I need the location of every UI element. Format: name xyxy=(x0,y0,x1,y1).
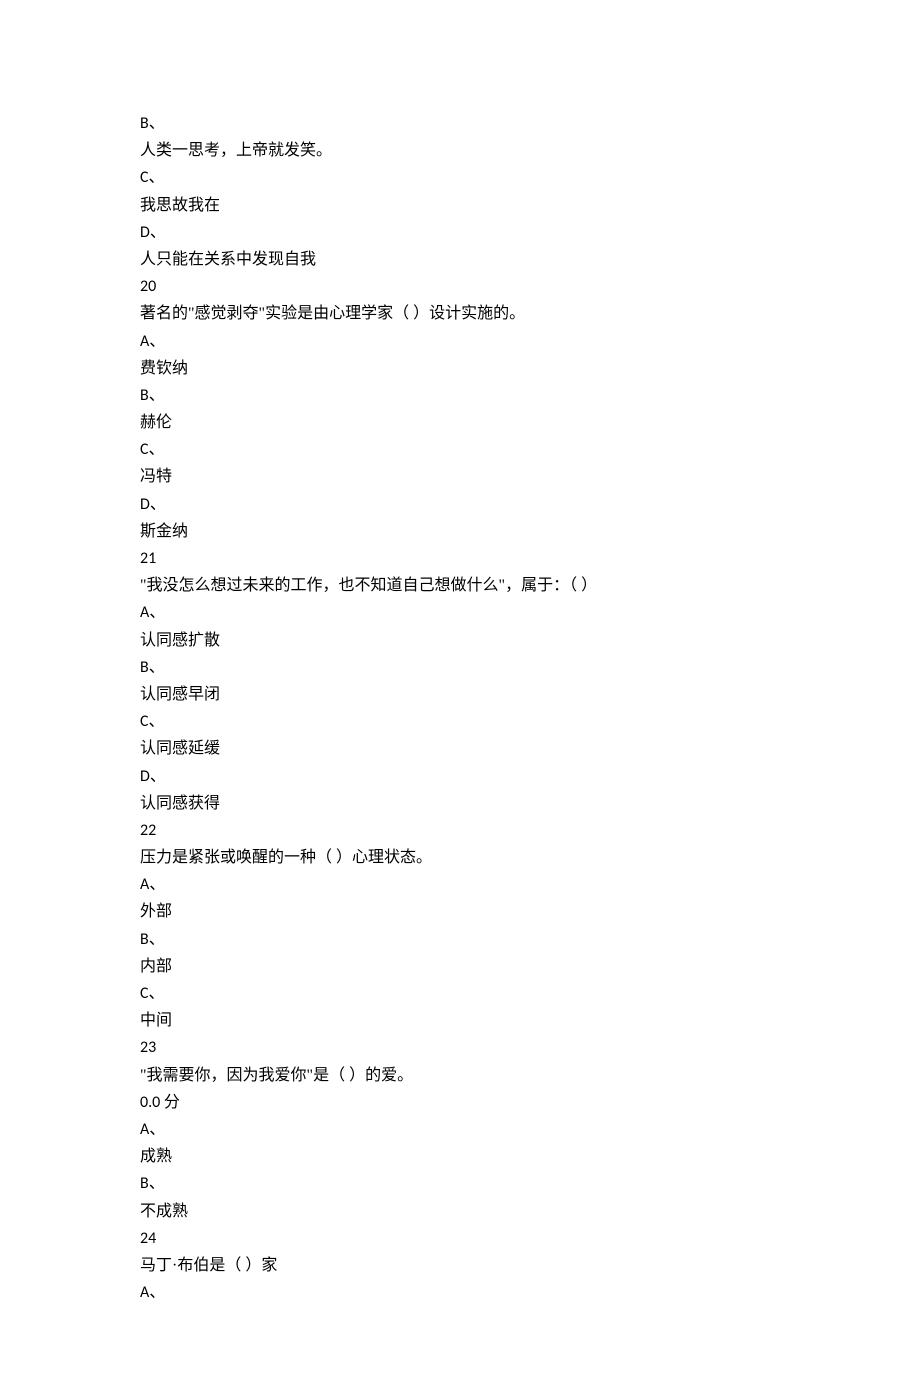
text-line: 认同感获得 xyxy=(140,790,780,817)
text-line: 压力是紧张或唤醒的一种（ ）心理状态。 xyxy=(140,844,780,871)
text-line: 成熟 xyxy=(140,1143,780,1170)
text-line: 认同感早闭 xyxy=(140,681,780,708)
text-line: C、 xyxy=(140,708,780,735)
text-line: 人只能在关系中发现自我 xyxy=(140,246,780,273)
text-line: A、 xyxy=(140,599,780,626)
text-line: C、 xyxy=(140,164,780,191)
text-line: 马丁·布伯是（ ）家 xyxy=(140,1252,780,1279)
text-line: 23 xyxy=(140,1034,780,1061)
text-line: A、 xyxy=(140,871,780,898)
text-line: 认同感扩散 xyxy=(140,627,780,654)
text-line: 人类一思考，上帝就发笑。 xyxy=(140,137,780,164)
document-page: B、人类一思考，上帝就发笑。C、我思故我在D、人只能在关系中发现自我20著名的"… xyxy=(0,0,920,1386)
text-line: A、 xyxy=(140,1116,780,1143)
text-line: A、 xyxy=(140,328,780,355)
text-line: D、 xyxy=(140,763,780,790)
text-line: 著名的"感觉剥夺"实验是由心理学家（ ）设计实施的。 xyxy=(140,300,780,327)
text-line: 不成熟 xyxy=(140,1198,780,1225)
text-line: 我思故我在 xyxy=(140,192,780,219)
text-line: B、 xyxy=(140,1170,780,1197)
text-line: B、 xyxy=(140,110,780,137)
text-line: 费钦纳 xyxy=(140,355,780,382)
text-line: "我没怎么想过未来的工作，也不知道自己想做什么"，属于：（ ） xyxy=(140,572,780,599)
text-line: A、 xyxy=(140,1279,780,1306)
text-line: 内部 xyxy=(140,953,780,980)
text-line: 认同感延缓 xyxy=(140,735,780,762)
text-line: 冯特 xyxy=(140,463,780,490)
text-line: 24 xyxy=(140,1225,780,1252)
text-line: D、 xyxy=(140,219,780,246)
text-line: B、 xyxy=(140,926,780,953)
text-line: D、 xyxy=(140,491,780,518)
text-line: B、 xyxy=(140,654,780,681)
text-line: "我需要你，因为我爱你"是（ ）的爱。 xyxy=(140,1062,780,1089)
text-line: 22 xyxy=(140,817,780,844)
text-line: 21 xyxy=(140,545,780,572)
text-line: 赫伦 xyxy=(140,409,780,436)
content-lines: B、人类一思考，上帝就发笑。C、我思故我在D、人只能在关系中发现自我20著名的"… xyxy=(140,110,780,1306)
text-line: 中间 xyxy=(140,1007,780,1034)
text-line: 斯金纳 xyxy=(140,518,780,545)
text-line: C、 xyxy=(140,436,780,463)
text-line: B、 xyxy=(140,382,780,409)
text-line: 20 xyxy=(140,273,780,300)
text-line: 0.0 分 xyxy=(140,1089,780,1116)
text-line: C、 xyxy=(140,980,780,1007)
text-line: 外部 xyxy=(140,898,780,925)
